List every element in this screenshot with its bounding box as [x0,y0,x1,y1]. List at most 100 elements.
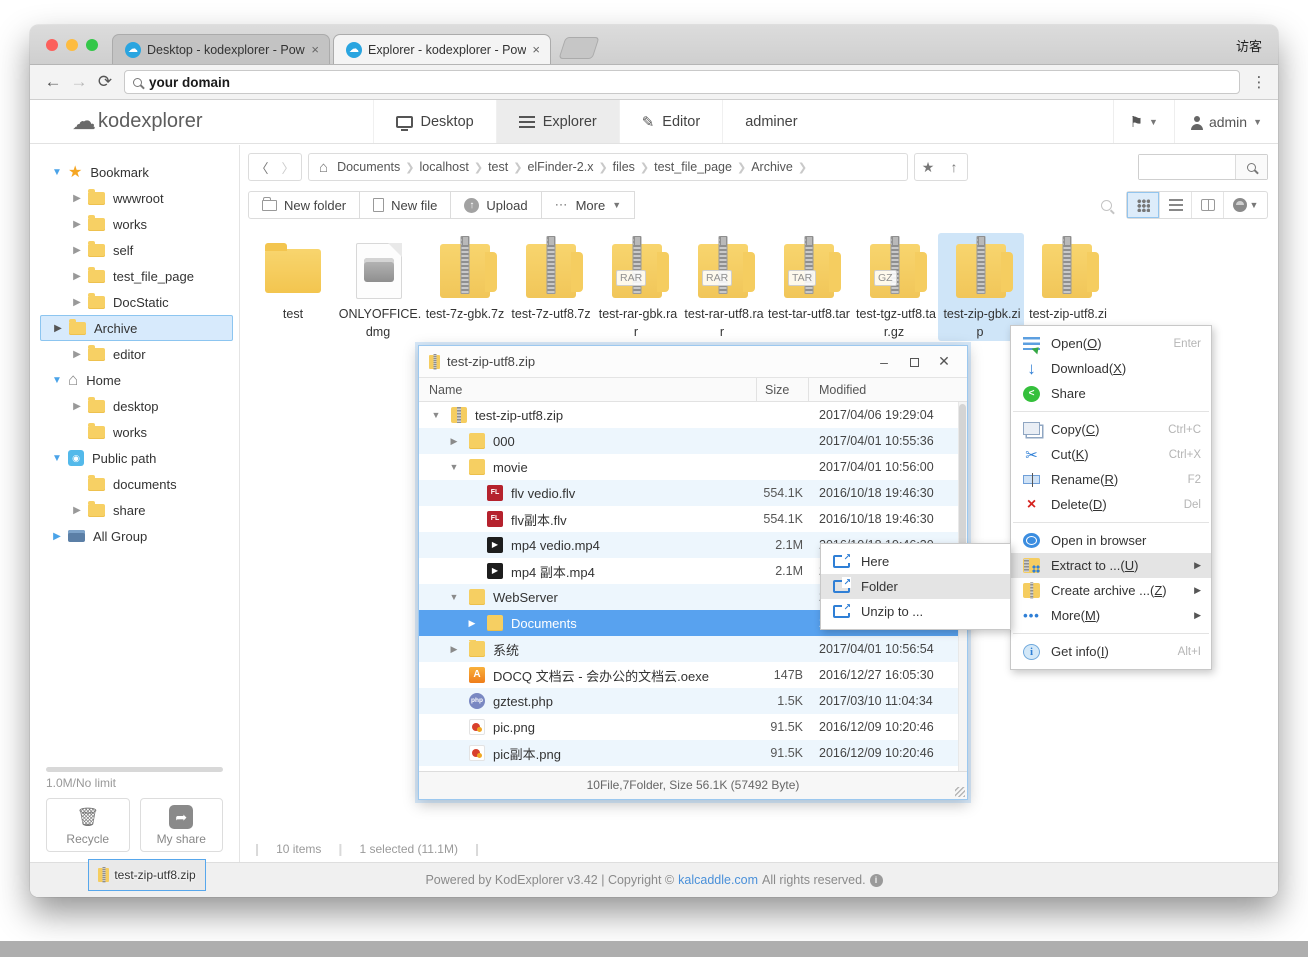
sidebar-item-works[interactable]: ▶ works [30,211,239,237]
search-input[interactable] [1139,155,1235,179]
menu-item-open-o[interactable]: Open(O) Enter [1011,331,1211,356]
file-tile-test-rar-gbk.rar[interactable]: RAR test-rar-gbk.rar [594,233,680,341]
favorite-star-icon[interactable]: ★ [915,159,941,176]
menu-item-create-archive-z[interactable]: Create archive ...(Z) ▶ [1011,578,1211,603]
tree-expand-icon[interactable]: ▼ [447,592,461,602]
tree-chevron-icon[interactable]: ▶ [70,349,84,360]
resize-grip[interactable] [955,787,965,797]
dialog-tree-row[interactable]: pic副本.png 91.5K 2016/12/09 10:20:46 [419,740,967,766]
user-dropdown[interactable]: admin ▼ [1173,100,1278,143]
browser-tab-desktop[interactable]: ☁ Desktop - kodexplorer - Power × [112,34,330,64]
tree-expand-icon[interactable]: ▶ [465,618,479,629]
sidebar-item-works[interactable]: works [30,419,239,445]
breadcrumb-crumb[interactable]: Documents [332,160,405,174]
search-button[interactable] [1235,155,1267,179]
browser-menu-icon[interactable]: ⋮ [1250,73,1268,91]
sidebar-item-archive[interactable]: ▶ Archive [40,315,233,341]
tree-expand-icon[interactable]: ▶ [447,436,461,447]
column-modified[interactable]: Modified [809,378,967,401]
history-back-button[interactable]: 〈 [249,158,275,177]
taskbar-item-zip[interactable]: test-zip-utf8.zip [88,859,206,891]
reload-icon[interactable]: ⟳ [92,72,118,92]
menu-item-folder[interactable]: Folder [821,574,1010,599]
column-size[interactable]: Size [757,378,809,401]
zoom-icon[interactable] [1101,199,1112,211]
menu-item-extract-to-u[interactable]: Extract to ...(U) ▶ [1011,553,1211,578]
info-icon[interactable]: i [869,873,883,887]
breadcrumb-crumb[interactable]: Archive [746,160,798,174]
sidebar-item-documents[interactable]: documents [30,471,239,497]
up-directory-icon[interactable]: ↑ [941,159,967,175]
kalcaddle-link[interactable]: kalcaddle.com [678,873,758,887]
sidebar-item-editor[interactable]: ▶ editor [30,341,239,367]
tree-chevron-icon[interactable]: ▶ [70,193,84,204]
menu-item-rename-r[interactable]: Rename(R) F2 [1011,467,1211,492]
dialog-tree-row[interactable]: pic.png 91.5K 2016/12/09 10:20:46 [419,714,967,740]
sidebar-section-bookmark[interactable]: ▼ ★ Bookmark [30,159,239,185]
nav-tab-editor[interactable]: ✎ Editor [618,100,722,143]
new-file-button[interactable]: New file [360,191,452,219]
menu-item-open-in-browser[interactable]: Open in browser [1011,528,1211,553]
language-dropdown[interactable]: ⚑ ▼ [1112,100,1174,143]
menu-item-delete-d[interactable]: Delete(D) Del [1011,492,1211,517]
dialog-tree-row[interactable]: flv副本.flv 554.1K 2016/10/18 19:46:30 [419,506,967,532]
minimize-window-button[interactable] [66,39,78,51]
dialog-tree-row[interactable]: ▶ 系统 2017/04/01 10:56:54 [419,636,967,662]
dialog-title-bar[interactable]: test-zip-utf8.zip – ✕ [419,346,967,378]
tab-close-icon[interactable]: × [311,42,319,57]
theme-dropdown-button[interactable]: ▼ [1223,192,1267,218]
dialog-tree-row[interactable]: ▼ test-zip-utf8.zip 2017/04/06 19:29:04 [419,402,967,428]
home-icon[interactable]: ⌂ [319,159,328,176]
menu-item-get-info-i[interactable]: Get info(I) Alt+I [1011,639,1211,664]
tree-chevron-icon[interactable]: ▶ [70,297,84,308]
sidebar-section-home[interactable]: ▼ ⌂ Home [30,367,239,393]
dialog-tree-row[interactable]: ▼ movie 2017/04/01 10:56:00 [419,454,967,480]
column-view-button[interactable] [1191,192,1223,218]
nav-tab-explorer[interactable]: Explorer [495,100,619,143]
tree-expand-icon[interactable]: ▼ [447,462,461,472]
tree-chevron-icon[interactable]: ▼ [50,453,64,464]
my-share-button[interactable]: ➦ My share [139,798,223,852]
dialog-maximize-button[interactable] [899,354,929,370]
app-logo[interactable]: ☁ kodexplorer [30,100,233,143]
browser-tab-explorer[interactable]: ☁ Explorer - kodexplorer - Power × [333,34,551,64]
menu-item-share[interactable]: Share [1011,381,1211,406]
back-icon[interactable]: ← [40,72,66,92]
grid-view-button[interactable] [1127,192,1159,218]
new-folder-button[interactable]: New folder [248,191,361,219]
url-text[interactable]: your domain [149,75,230,90]
breadcrumb-crumb[interactable]: elFinder-2.x [522,160,598,174]
menu-item-copy-c[interactable]: Copy(C) Ctrl+C [1011,417,1211,442]
new-tab-button[interactable] [558,37,600,59]
breadcrumb-crumb[interactable]: test_file_page [649,160,737,174]
tree-expand-icon[interactable]: ▶ [447,644,461,655]
file-tile-onlyoffice.dmg[interactable]: ONLYOFFICE.dmg [336,233,422,341]
menu-item-more-m[interactable]: More(M) ▶ [1011,603,1211,628]
dialog-tree-row[interactable]: gztest.php 1.5K 2017/03/10 11:04:34 [419,688,967,714]
file-tile-test-tar-utf8.tar[interactable]: TAR test-tar-utf8.tar [766,233,852,341]
menu-item-cut-k[interactable]: Cut(K) Ctrl+X [1011,442,1211,467]
sidebar-section-public-path[interactable]: ▼ ◉ Public path [30,445,239,471]
breadcrumb-crumb[interactable]: files [608,160,640,174]
tree-chevron-icon[interactable]: ▼ [50,375,64,386]
file-tile-test-rar-utf8.rar[interactable]: RAR test-rar-utf8.rar [680,233,766,341]
history-forward-button[interactable]: 〉 [275,158,301,177]
sidebar-item-test_file_page[interactable]: ▶ test_file_page [30,263,239,289]
tree-chevron-icon[interactable]: ▶ [70,271,84,282]
sidebar-item-docstatic[interactable]: ▶ DocStatic [30,289,239,315]
sidebar-section-all-group[interactable]: ▶ All Group [30,523,239,549]
recycle-button[interactable]: 🗑 Recycle [46,798,130,852]
upload-button[interactable]: ↑ Upload [451,191,542,219]
menu-item-download-x[interactable]: Download(X) [1011,356,1211,381]
tree-chevron-icon[interactable]: ▶ [50,531,64,542]
file-tile-test[interactable]: test [250,233,336,341]
forward-icon[interactable]: → [66,72,92,92]
sidebar-item-wwwroot[interactable]: ▶ wwwroot [30,185,239,211]
tree-chevron-icon[interactable]: ▶ [70,219,84,230]
file-tile-test-7z-gbk.7z[interactable]: test-7z-gbk.7z [422,233,508,341]
tree-expand-icon[interactable]: ▼ [429,410,443,420]
breadcrumb-crumb[interactable]: test [483,160,513,174]
dialog-tree-row[interactable]: flv vedio.flv 554.1K 2016/10/18 19:46:30 [419,480,967,506]
close-window-button[interactable] [46,39,58,51]
url-box[interactable]: your domain [124,70,1240,94]
